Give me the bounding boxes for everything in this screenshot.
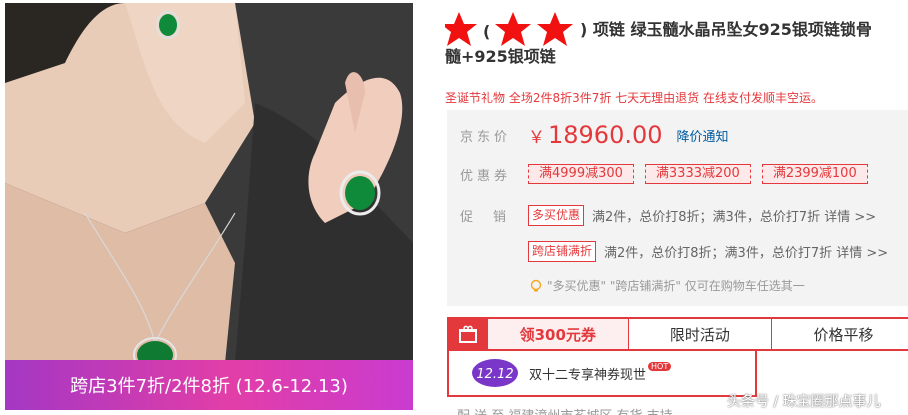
title-line1: ) 项链 绿玉髓水晶吊坠女925银项链锁骨 — [580, 20, 872, 39]
price-value: 18960.00 — [548, 121, 663, 149]
tab-limited-activity[interactable]: 限时活动 — [629, 319, 772, 349]
coupon-item[interactable]: 满4999减300 — [528, 164, 634, 184]
redaction-star-icon — [495, 11, 531, 46]
redaction-star-icon — [445, 11, 477, 46]
promotion-text[interactable]: 满2件，总价打8折；满3件，总价打7折 详情 >> — [592, 206, 876, 225]
double12-banner-text: 双十二专享神券现世 — [529, 367, 647, 383]
double12-badge-text: 12.12 — [476, 367, 513, 382]
product-info-panel: ( ) 项链 绿玉髓水晶吊坠女925银项链锁骨 髓+925银项链 圣诞节礼物 全… — [445, 0, 908, 415]
price-currency: ￥ — [528, 127, 545, 148]
promotion-tip-text: "多买优惠" "跨店铺满折" 仅可在购物车任选其一 — [547, 279, 805, 293]
coupon-item[interactable]: 满3333减200 — [644, 164, 751, 184]
tab-price-shift[interactable]: 价格平移 — [772, 319, 908, 349]
promotion-label: 促销 — [460, 209, 527, 225]
promo-tabs: 领300元券 限时活动 价格平移 — [447, 317, 908, 351]
watermark: 头条号 / 珠宝圈那点事儿 — [727, 394, 881, 410]
price-summary: 京东价 ￥ 18960.00 降价通知 优惠券 满4999减300 满3333减… — [447, 110, 908, 306]
promotion-row-1: 促销 多买优惠 满2件，总价打8折；满3件，总价打7折 详情 >> — [447, 203, 876, 227]
promotion-tag[interactable]: 多买优惠 — [528, 204, 585, 226]
promotion-tip: "多买优惠" "跨店铺满折" 仅可在购物车任选其一 — [529, 277, 805, 294]
promo-banner: 跨店3件7折/2件8折 (12.6-12.13) — [5, 360, 413, 410]
lightbulb-icon — [530, 279, 542, 291]
redacted-brand: ( — [445, 11, 580, 46]
coupon-row: 优惠券 满4999减300 满3333减200 满2399减100 — [447, 162, 879, 186]
coupon-item[interactable]: 满2399减100 — [761, 164, 868, 184]
redaction-star-icon — [537, 11, 573, 46]
title-line2: 髓+925银项链 — [445, 47, 556, 66]
price-row: 京东价 ￥ 18960.00 降价通知 — [447, 121, 729, 149]
coupon-label: 优惠券 — [460, 168, 512, 184]
promotion-text[interactable]: 满2件，总价打8折；满3件，总价打7折 详情 >> — [604, 242, 888, 261]
double12-badge-icon: 12.12 — [472, 359, 518, 387]
hot-badge: HOT — [648, 361, 672, 371]
title-paren-open: ( — [483, 21, 491, 41]
product-image[interactable]: 跨店3件7折/2件8折 (12.6-12.13) — [5, 3, 413, 410]
product-photo — [5, 3, 413, 363]
tab-coupon[interactable]: 领300元券 — [487, 319, 629, 349]
product-slogan: 圣诞节礼物 全场2件8折3件7折 七天无理由退货 在线支付发顺丰空运。 — [445, 91, 823, 105]
price-notify-link[interactable]: 降价通知 — [677, 126, 729, 145]
gift-icon — [449, 319, 488, 349]
promotion-tag[interactable]: 跨店铺满折 — [528, 240, 597, 262]
delivery-row: 配 送 至 福建漳州市芗城区 有货 支持 — [457, 405, 673, 415]
double12-banner[interactable]: 12.12 双十二专享神券现世 HOT — [447, 351, 757, 397]
price-label: 京东价 — [460, 129, 512, 145]
product-title: ( ) 项链 绿玉髓水晶吊坠女925银项链锁骨 髓+925银项链 — [445, 11, 908, 70]
promotion-row-2: 跨店铺满折 满2件，总价打8折；满3件，总价打7折 详情 >> — [447, 239, 888, 263]
